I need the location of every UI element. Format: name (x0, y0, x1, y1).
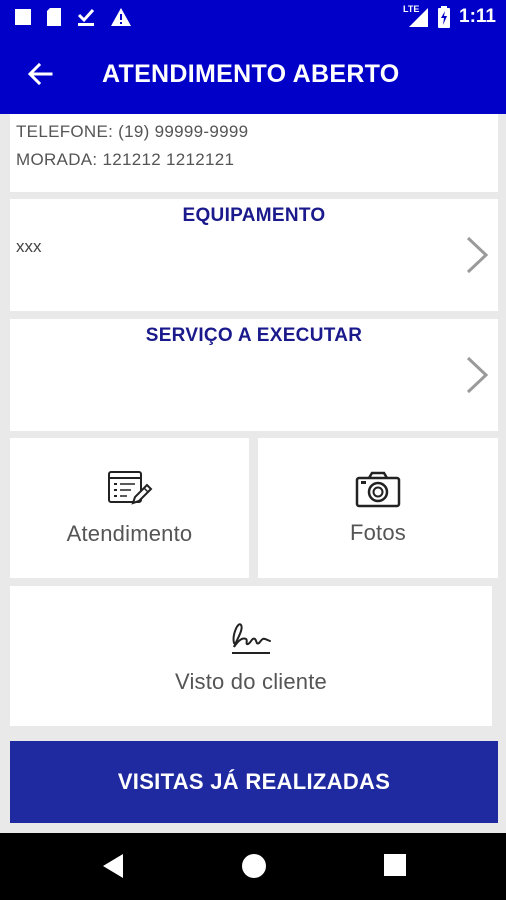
telefone-text: TELEFONE: (19) 99999-9999 (16, 122, 249, 141)
arrow-left-icon (27, 62, 53, 86)
chevron-right-icon (466, 356, 489, 394)
sd-card-icon (47, 8, 61, 26)
battery-charging-icon (438, 6, 451, 28)
signal-icon (409, 8, 429, 27)
download-done-icon (77, 8, 95, 26)
equipamento-value: xxx (16, 237, 42, 256)
visto-cliente-tile[interactable]: Visto do cliente (10, 586, 492, 726)
status-bar: LTE 1:11 (0, 0, 506, 36)
system-nav-bar (0, 833, 506, 900)
warning-icon (111, 8, 131, 26)
chevron-right-icon (466, 236, 489, 274)
client-info-card: TELEFONE: (19) 99999-9999 MORADA: 121212… (10, 114, 498, 192)
fotos-label: Fotos (349, 520, 407, 545)
form-edit-icon (107, 471, 152, 505)
atendimento-tile[interactable]: Atendimento (10, 438, 249, 578)
status-time: 1:11 (459, 6, 496, 27)
visitas-realizadas-button[interactable]: VISITAS JÁ REALIZADAS (10, 741, 498, 823)
nav-back-icon[interactable] (101, 853, 125, 879)
page-title: ATENDIMENTO ABERTO (102, 60, 400, 88)
square-icon (15, 9, 31, 25)
camera-icon (355, 471, 401, 508)
fotos-tile[interactable]: Fotos (258, 438, 498, 578)
app-bar: ATENDIMENTO ABERTO (0, 36, 506, 114)
equipamento-title: EQUIPAMENTO (182, 205, 326, 226)
nav-recents-icon[interactable] (383, 853, 407, 877)
morada-text: MORADA: 121212 1212121 (16, 150, 235, 169)
equipamento-card[interactable]: EQUIPAMENTO xxx (10, 199, 498, 311)
servico-card[interactable]: SERVIÇO A EXECUTAR (10, 319, 498, 431)
servico-title: SERVIÇO A EXECUTAR (145, 325, 363, 346)
back-button[interactable] (22, 56, 58, 92)
signature-icon (232, 623, 271, 654)
nav-home-icon[interactable] (241, 853, 267, 879)
atendimento-label: Atendimento (66, 521, 193, 546)
visto-cliente-label: Visto do cliente (174, 669, 327, 694)
